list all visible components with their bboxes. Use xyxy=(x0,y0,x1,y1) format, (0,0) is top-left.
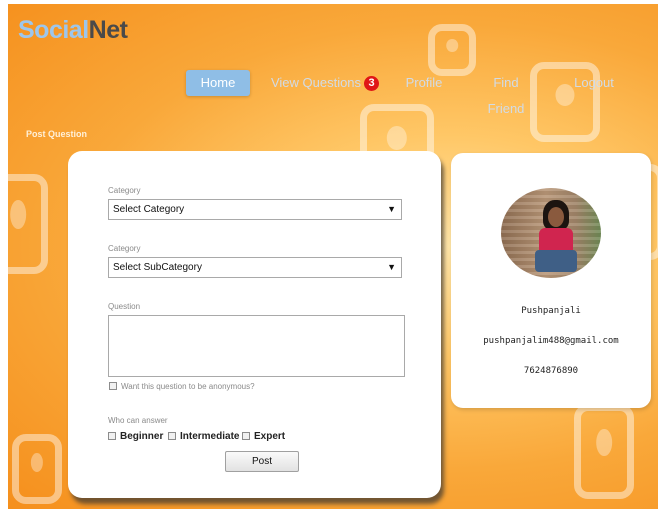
profile-phone: 7624876890 xyxy=(523,366,579,376)
subcategory-label: Category xyxy=(108,244,141,253)
notification-badge: 3 xyxy=(364,76,380,91)
subcategory-select[interactable]: Select SubCategory ▼ xyxy=(108,257,402,278)
checkbox-box[interactable] xyxy=(168,432,176,440)
nav-view-questions[interactable]: View Questions 3 xyxy=(270,70,380,96)
who-can-answer-label: Who can answer xyxy=(108,416,168,425)
decorative-profile-frame xyxy=(428,24,476,76)
avatar-face xyxy=(548,207,564,227)
level-label: Expert xyxy=(254,431,286,442)
checkbox-box[interactable] xyxy=(108,432,116,440)
profile-card: Pushpanjali pushpanjalim488@gmail.com 76… xyxy=(451,153,651,408)
level-checkbox-intermediate[interactable]: Intermediate xyxy=(168,431,239,443)
decorative-profile-frame xyxy=(8,174,48,274)
checkbox-box[interactable] xyxy=(242,432,250,440)
decorative-profile-frame xyxy=(12,434,62,504)
post-button[interactable]: Post xyxy=(225,451,299,472)
level-checkbox-expert[interactable]: Expert xyxy=(242,431,285,443)
anonymous-checkbox[interactable]: Want this question to be anonymous? xyxy=(109,381,255,393)
page-background: SocialNet Home View Questions 3 Profile F… xyxy=(8,4,658,509)
checkbox-box[interactable] xyxy=(109,382,117,390)
anonymous-checkbox-label: Want this question to be anonymous? xyxy=(121,382,255,391)
level-label: Beginner xyxy=(120,431,164,442)
app-logo[interactable]: SocialNet xyxy=(18,16,128,45)
nav-logout[interactable]: Logout xyxy=(571,70,617,96)
decorative-profile-frame xyxy=(574,404,634,499)
level-checkbox-beginner[interactable]: Beginner xyxy=(108,431,163,443)
logo-part-social: Social xyxy=(18,16,89,44)
logo-part-net: Net xyxy=(88,16,128,44)
level-label: Intermediate xyxy=(180,431,240,442)
category-select-value: Select Category xyxy=(113,204,185,215)
nav-profile[interactable]: Profile xyxy=(402,70,446,96)
chevron-down-icon: ▼ xyxy=(387,262,396,272)
profile-email: pushpanjalim488@gmail.com xyxy=(483,336,619,346)
avatar-jeans xyxy=(535,250,577,272)
subcategory-select-value: Select SubCategory xyxy=(113,262,202,273)
nav-view-questions-label: View Questions xyxy=(270,75,362,90)
category-label: Category xyxy=(108,186,141,195)
main-nav: Home View Questions 3 Profile Find Friend… xyxy=(8,70,658,116)
nav-home[interactable]: Home xyxy=(186,70,250,96)
nav-find-friend[interactable]: Find Friend xyxy=(474,70,538,116)
post-question-form: Category Select Category ▼ Category Sele… xyxy=(68,151,441,498)
avatar[interactable] xyxy=(501,188,601,278)
chevron-down-icon: ▼ xyxy=(387,204,396,214)
question-label: Question xyxy=(108,302,141,311)
category-select[interactable]: Select Category ▼ xyxy=(108,199,402,220)
profile-name: Pushpanjali xyxy=(521,306,581,316)
question-textarea[interactable] xyxy=(108,315,405,377)
section-title: Post Question xyxy=(26,129,88,139)
